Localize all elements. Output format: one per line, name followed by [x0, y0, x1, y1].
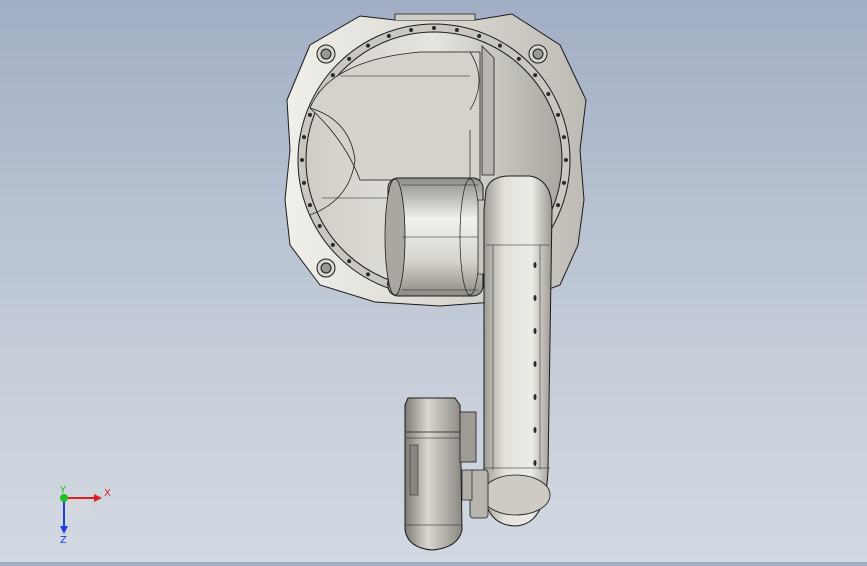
bolt-hole [347, 56, 352, 61]
bolt-hole [366, 43, 370, 48]
bolt-hole [477, 33, 482, 38]
bolt-hole [498, 43, 502, 48]
bolt-hole [302, 135, 307, 140]
bolt-hole [330, 73, 335, 78]
orientation-triad: X Y Z [59, 485, 111, 546]
shoulder-motor [384, 177, 491, 297]
bolt-hole [564, 158, 568, 162]
arm-fastener [533, 328, 537, 334]
x-axis-label: X [104, 488, 111, 499]
bolt-hole [556, 112, 561, 117]
bolt-hole [454, 28, 459, 33]
arm-fastener [533, 262, 537, 268]
cad-model-viewport[interactable]: X Y Z [0, 0, 867, 562]
arm-fastener [533, 460, 537, 466]
bolt-hole [347, 259, 352, 264]
bolt-hole [302, 180, 307, 185]
bolt-hole [432, 26, 436, 30]
bolt-hole [409, 28, 414, 33]
wrist-motor [404, 397, 477, 551]
bolt-hole [307, 112, 312, 117]
bolt-hole [330, 242, 335, 247]
y-axis-label: Y [59, 485, 67, 496]
bolt-hole [300, 158, 304, 162]
arm-fastener [533, 427, 537, 433]
bolt-hole [546, 92, 551, 96]
bolt-hole [533, 73, 538, 78]
robot-model-drawing: X Y Z [59, 13, 587, 551]
bolt-hole [386, 33, 391, 38]
bolt-hole [561, 135, 566, 140]
bolt-hole [366, 272, 370, 277]
bolt-hole [556, 203, 561, 208]
arm-fastener [533, 394, 537, 400]
bolt-hole [561, 180, 566, 185]
bolt-hole [516, 56, 521, 61]
z-axis-label: Z [60, 535, 67, 546]
bolt-hole [317, 224, 322, 228]
arm-fastener [533, 361, 537, 367]
arm-fastener [533, 295, 537, 301]
bolt-hole [307, 203, 312, 208]
